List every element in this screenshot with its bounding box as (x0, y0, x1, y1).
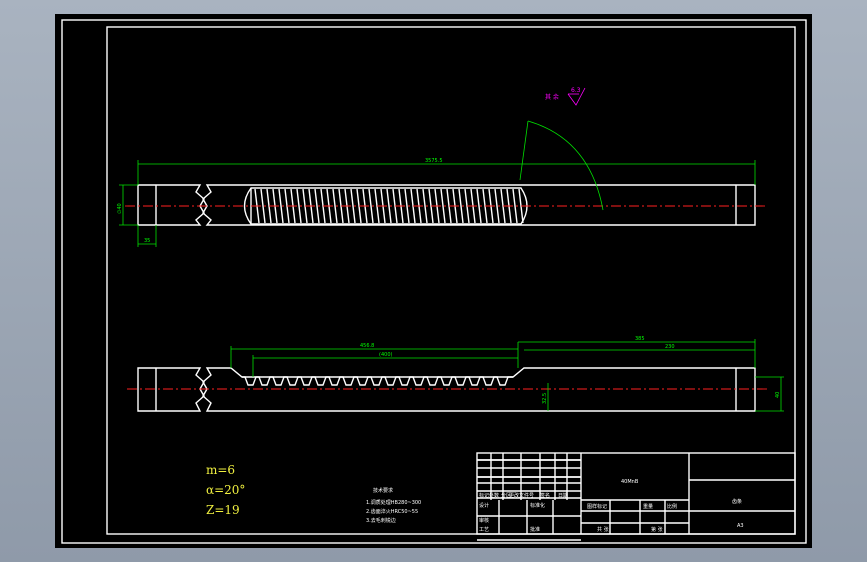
bottom-part: 456.8 (400) 385 230 40 32.5 (127, 336, 784, 412)
stage-header-scale: 比例 (667, 503, 677, 510)
bottom-right-inner-dim: 230 (665, 344, 675, 350)
bottom-rack-outline-left (137, 367, 205, 412)
role-design: 设计 (479, 502, 489, 509)
leader-arc (527, 120, 604, 211)
surface-finish-label: 其 余 (545, 93, 559, 101)
role-standardization: 标准化 (530, 502, 545, 509)
role-process: 工艺 (479, 527, 489, 533)
bottom-thread-inner-dim: (400) (379, 352, 392, 358)
tech-requirement-line-3: 3.去毛刺锐边 (366, 517, 396, 524)
bottom-rack-teeth (242, 376, 513, 386)
sheet-number: 第 张 (651, 526, 663, 533)
top-end-small-dim: 35 (144, 238, 150, 244)
row-label-1: 标记处数 (479, 492, 499, 499)
tech-requirements-title: 技术要求 (373, 487, 393, 494)
gear-teeth-count: Z=19 (206, 503, 240, 517)
top-height-dim: ∅40 (117, 203, 123, 214)
row-label-5: 日期 (558, 493, 568, 499)
cad-drawing-app: 3575.5 ∅40 35 其 余 6.3 456.8 (400) 385 23… (0, 0, 867, 562)
surface-roughness-value: 6.3 (571, 87, 581, 94)
top-overall-dim: 3575.5 (425, 158, 443, 164)
sheet-total: 共 张 (597, 526, 609, 533)
gear-module: m=6 (206, 463, 235, 477)
gear-pressure-angle: α=20° (206, 483, 245, 497)
inner-frame (106, 26, 796, 535)
title-block-part-name: 齿条 (732, 498, 742, 505)
row-label-3: 更改文件号 (509, 492, 534, 499)
stage-header-mark: 图样标记 (587, 503, 607, 510)
tech-requirement-line-1: 1.调质处理HB280~300 (366, 499, 421, 506)
tech-requirement-line-2: 2.齿面淬火HRC50~55 (366, 508, 418, 515)
stage-header-weight: 重量 (643, 503, 653, 510)
bottom-thread-total-dim: 456.8 (360, 343, 374, 349)
top-rack-outline-left (137, 184, 205, 226)
top-part: 3575.5 ∅40 35 其 余 6.3 (117, 87, 767, 247)
bottom-right-height-dim: 40 (775, 392, 781, 398)
bottom-depth-dim: 32.5 (542, 393, 548, 404)
role-approve: 批准 (530, 526, 540, 533)
title-block-material: 40MnB (621, 479, 639, 485)
bottom-rack-outline-right (202, 367, 756, 412)
title-block-sheet-size: A3 (737, 523, 744, 529)
outer-frame (61, 19, 807, 544)
drawing-sheet: 3575.5 ∅40 35 其 余 6.3 456.8 (400) 385 23… (55, 14, 812, 548)
row-label-4: 签名 (540, 492, 550, 499)
leader-arc-stem (519, 120, 529, 181)
bottom-right-total-dim: 385 (635, 336, 645, 342)
role-review: 审核 (479, 517, 489, 524)
drawing-canvas: 3575.5 ∅40 35 其 余 6.3 456.8 (400) 385 23… (61, 19, 807, 544)
title-block: 40MnB 齿条 A3 标记处数 分区 更改文件号 签名 日期 设计 标准化 审… (476, 452, 796, 541)
